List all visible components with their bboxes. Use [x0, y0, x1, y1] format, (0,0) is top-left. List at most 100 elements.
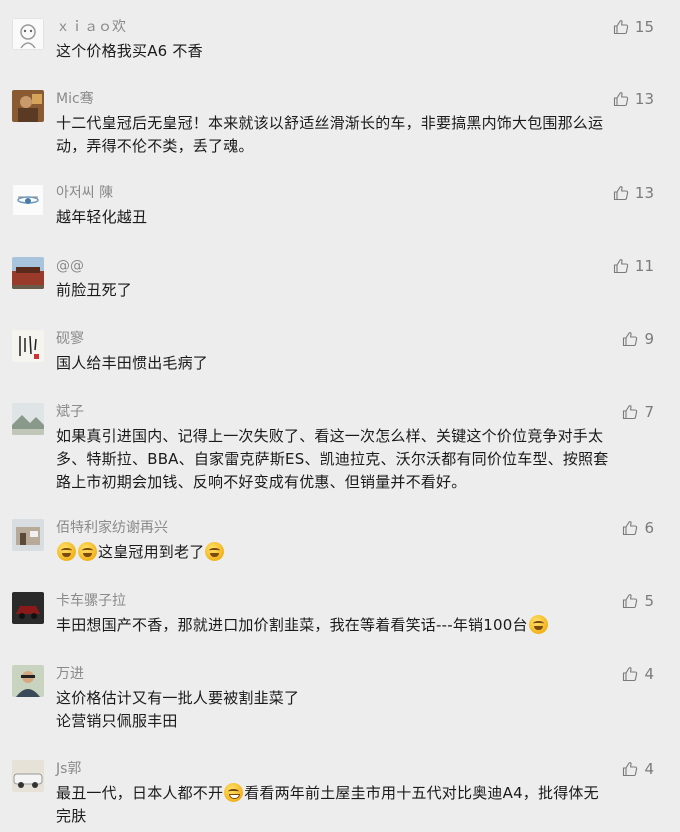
avatar[interactable] [12, 760, 44, 792]
like-count: 4 [644, 760, 654, 778]
comment-content: 如果真引进国内、记得上一次失败了、看这一次怎么样、关键这个价位竞争对手太 多、特斯… [56, 425, 656, 494]
comment-line: 这价格估计又有一批人要被割韭菜了 [56, 687, 656, 710]
like-count: 4 [644, 665, 654, 683]
calligraphy-avatar-icon [12, 330, 44, 362]
comment-line: 前脸丑死了 [56, 279, 656, 302]
like-button[interactable]: 4 [622, 759, 654, 779]
laughing-emoji-icon [78, 542, 97, 561]
like-button[interactable]: 5 [622, 591, 654, 611]
commenter-nickname[interactable]: 卡车骡子拉 [56, 592, 126, 610]
like-button[interactable]: 15 [613, 17, 654, 37]
laughing-emoji-icon [205, 542, 225, 561]
like-button[interactable]: 9 [622, 329, 654, 349]
thumbs-up-icon [623, 405, 638, 420]
commenter-nickname[interactable]: 砚寥 [56, 330, 84, 348]
like-button[interactable]: 7 [622, 402, 654, 422]
comment-content: 十二代皇冠后无皇冠！本来就该以舒适丝滑渐长的车，非要搞黑内饰大包围那么运 动，弄得… [56, 112, 656, 158]
comment-text-segment: 论营销只佩服丰田 [56, 712, 178, 730]
thumbs-up-icon [623, 667, 638, 682]
thumbs-up-icon [613, 20, 629, 35]
like-count: 13 [634, 184, 654, 202]
comment-content: 最丑一代，日本人都不开 看看两年前土屋圭市用十五代对比奥迪A4，批得体无完肤 [56, 782, 656, 828]
comment-content: 前脸丑死了 [56, 279, 656, 302]
like-count: 5 [644, 592, 654, 610]
commenter-nickname[interactable]: 아저씨 陳 [56, 184, 113, 202]
comment-text-segment: 丰田想国产不香，那就进口加价割韭菜，我在等着看笑话---年销100台 [56, 616, 528, 634]
like-count: 7 [644, 403, 654, 421]
person-avatar-icon [12, 665, 44, 697]
thumbs-up-icon [623, 332, 638, 347]
like-count: 6 [644, 519, 654, 537]
avatar[interactable] [12, 18, 44, 50]
comment-line: 国人给丰田惯出毛病了 [56, 352, 656, 375]
like-button[interactable]: 11 [613, 256, 654, 276]
commenter-nickname[interactable]: @@ [56, 257, 84, 275]
like-button[interactable]: 13 [613, 183, 654, 203]
avatar[interactable] [12, 592, 44, 624]
comment-text-segment: 路上市初期会加钱、反响不好变成有优惠、但销量并不看好。 [56, 473, 467, 491]
comment-text-segment: 这价格估计又有一批人要被割韭菜了 [56, 689, 300, 707]
avatar[interactable] [12, 665, 44, 697]
comment-text-segment: 如果真引进国内、记得上一次失败了、看这一次怎么样、关键这个价位竞争对手太 [56, 427, 604, 445]
comment-text-segment: 多、特斯拉、BBA、自家雷克萨斯ES、凯迪拉克、沃尔沃都有同价位车型、按照套 [56, 450, 609, 468]
comment-line: 如果真引进国内、记得上一次失败了、看这一次怎么样、关键这个价位竞争对手太 [56, 425, 656, 448]
like-button[interactable]: 4 [622, 664, 654, 684]
comment-line: 论营销只佩服丰田 [56, 710, 656, 733]
avatar[interactable] [12, 90, 44, 122]
comment-content: 越年轻化越丑 [56, 206, 656, 229]
thumbs-up-icon [623, 594, 638, 609]
comment-text-segment: 最丑一代，日本人都不开 [56, 784, 224, 802]
like-count: 13 [634, 90, 654, 108]
comment-text-segment: 看看两年前土屋圭市用十五代对比奥迪A4，批得体无 [244, 784, 599, 802]
laughing-emoji-icon [57, 542, 76, 561]
building-avatar-icon [12, 257, 44, 289]
commenter-nickname[interactable]: 佰特利家纺谢再兴 [56, 519, 168, 537]
photo-avatar-icon [12, 90, 44, 122]
drone-avatar-icon [12, 184, 44, 216]
comment-line: 最丑一代，日本人都不开 看看两年前土屋圭市用十五代对比奥迪A4，批得体无 [56, 782, 656, 805]
commenter-nickname[interactable]: 斌子 [56, 403, 84, 421]
comment-text-segment: 这个价格我买A6 不香 [56, 42, 203, 60]
comment-content: 国人给丰田惯出毛病了 [56, 352, 656, 375]
commenter-nickname[interactable]: 万进 [56, 665, 84, 683]
landscape-avatar-icon [12, 403, 44, 435]
comment-text-segment: 越年轻化越丑 [56, 208, 148, 226]
laughing-emoji-icon [528, 615, 548, 634]
avatar[interactable] [12, 330, 44, 362]
like-button[interactable]: 13 [613, 89, 654, 109]
comment-content: 这个价格我买A6 不香 [56, 40, 656, 63]
avatar[interactable] [12, 257, 44, 289]
avatar[interactable] [12, 184, 44, 216]
comment-text-segment: 完肤 [56, 807, 87, 825]
comment-content: 丰田想国产不香，那就进口加价割韭菜，我在等着看笑话---年销100台 [56, 614, 656, 637]
thumbs-up-icon [613, 186, 629, 201]
car-avatar-icon [12, 592, 44, 624]
laughing-emoji-icon [224, 783, 244, 802]
thumbs-up-icon [613, 92, 629, 107]
comment-line: 越年轻化越丑 [56, 206, 656, 229]
comment-text-segment: 前脸丑死了 [56, 281, 133, 299]
comment-line: 完肤 [56, 805, 656, 828]
robot-avatar-icon [12, 18, 44, 50]
comment-content: 这价格估计又有一批人要被割韭菜了 论营销只佩服丰田 [56, 687, 656, 733]
comment-text-segment: 十二代皇冠后无皇冠！本来就该以舒适丝滑渐长的车，非要搞黑内饰大包围那么运 [56, 114, 604, 132]
comment-line: 路上市初期会加钱、反响不好变成有优惠、但销量并不看好。 [56, 471, 656, 494]
comment-line: 丰田想国产不香，那就进口加价割韭菜，我在等着看笑话---年销100台 [56, 614, 656, 637]
comment-line: 多、特斯拉、BBA、自家雷克萨斯ES、凯迪拉克、沃尔沃都有同价位车型、按照套 [56, 448, 656, 471]
like-count: 15 [634, 18, 654, 36]
like-count: 11 [634, 257, 654, 275]
comment-text-segment: 这皇冠用到老了 [98, 543, 205, 561]
like-count: 9 [644, 330, 654, 348]
avatar[interactable] [12, 403, 44, 435]
commenter-nickname[interactable]: ｘｉａｏ欢 [56, 18, 126, 36]
thumbs-up-icon [613, 259, 629, 274]
comment-line: 十二代皇冠后无皇冠！本来就该以舒适丝滑渐长的车，非要搞黑内饰大包围那么运 [56, 112, 656, 135]
avatar[interactable] [12, 519, 44, 551]
comment-text-segment: 国人给丰田惯出毛病了 [56, 354, 209, 372]
commenter-nickname[interactable]: Mic骞 [56, 90, 94, 108]
shop-avatar-icon [12, 519, 44, 551]
like-button[interactable]: 6 [622, 518, 654, 538]
comment-line: 这皇冠用到老了 [56, 541, 656, 564]
thumbs-up-icon [623, 762, 638, 777]
commenter-nickname[interactable]: Js郭 [56, 760, 81, 778]
